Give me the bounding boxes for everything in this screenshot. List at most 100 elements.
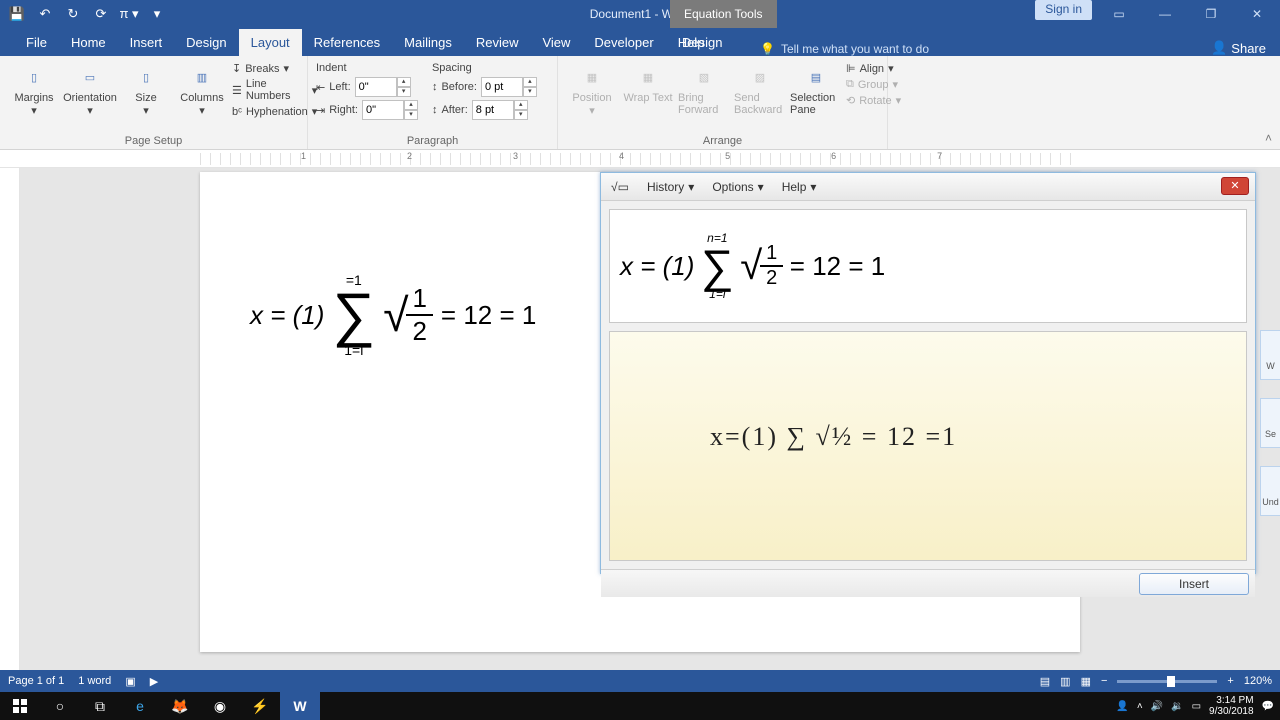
ink-history-menu[interactable]: History ▾ xyxy=(647,180,694,194)
ribbon-options-icon[interactable]: ▭ xyxy=(1096,0,1142,28)
app-icon[interactable]: ⚡ xyxy=(240,692,280,720)
tray-volume-icon[interactable]: 🔊 xyxy=(1151,701,1163,712)
size-button[interactable]: ▯Size▾ xyxy=(120,58,172,118)
tab-home[interactable]: Home xyxy=(59,29,118,56)
eq-lhs: x = (1) xyxy=(250,300,324,331)
redo-icon[interactable]: ↻ xyxy=(62,3,84,25)
margins-button[interactable]: ▯Margins▾ xyxy=(8,58,60,118)
send-label: Send Backward xyxy=(734,92,786,116)
tab-view[interactable]: View xyxy=(530,29,582,56)
ink-help-label: Help xyxy=(782,180,807,194)
horizontal-ruler[interactable]: 1234567 xyxy=(0,150,1280,168)
side-tab-undo[interactable]: Und xyxy=(1260,466,1280,516)
firefox-icon[interactable]: 🦊 xyxy=(160,692,200,720)
rotate-button: ⟲ Rotate ▾ xyxy=(846,94,901,107)
ink-options-menu[interactable]: Options ▾ xyxy=(712,180,763,194)
orientation-label: Orientation xyxy=(63,92,117,104)
undo-icon[interactable]: ↶ xyxy=(34,3,56,25)
tab-equation-design[interactable]: Design xyxy=(670,29,734,56)
tab-design[interactable]: Design xyxy=(174,29,238,56)
ribbon-tabs: File Home Insert Design Layout Reference… xyxy=(0,28,1280,56)
side-tab-select[interactable]: Se xyxy=(1260,398,1280,448)
margins-label: Margins xyxy=(14,92,53,104)
signin-button[interactable]: Sign in xyxy=(1035,0,1092,20)
vertical-ruler[interactable] xyxy=(0,168,20,684)
zoom-in-icon[interactable]: + xyxy=(1227,675,1233,687)
tell-me-search[interactable]: 💡 Tell me what you want to do xyxy=(760,42,929,56)
columns-label: Columns xyxy=(180,92,223,104)
ink-close-button[interactable]: ✕ xyxy=(1221,177,1249,195)
close-icon[interactable]: ✕ xyxy=(1234,0,1280,28)
tab-mailings[interactable]: Mailings xyxy=(392,29,464,56)
zoom-out-icon[interactable]: − xyxy=(1101,675,1107,687)
tray-people-icon[interactable]: 👤 xyxy=(1116,701,1128,712)
tray-battery-icon[interactable]: ▭ xyxy=(1192,701,1201,712)
minimize-icon[interactable]: ― xyxy=(1142,0,1188,28)
zoom-level[interactable]: 120% xyxy=(1244,675,1272,687)
task-view-icon[interactable]: ⧉ xyxy=(80,692,120,720)
indent-left-row: ⇤ Left: ▴▾ xyxy=(316,77,418,97)
line-numbers-button[interactable]: ☰ Line Numbers ▾ xyxy=(232,78,317,102)
spacing-before-label: Before: xyxy=(441,81,476,93)
orientation-button[interactable]: ▭Orientation▾ xyxy=(64,58,116,118)
group-btn-label: Group xyxy=(858,79,889,91)
columns-button[interactable]: ▥Columns▾ xyxy=(176,58,228,118)
tab-insert[interactable]: Insert xyxy=(118,29,175,56)
edge-icon[interactable]: e xyxy=(120,692,160,720)
handwriting: x=(1) ∑ √½ = 12 =1 xyxy=(710,422,957,452)
tray-network-icon[interactable]: 🔉 xyxy=(1171,701,1183,712)
ink-insert-button[interactable]: Insert xyxy=(1139,573,1249,595)
status-spell-icon[interactable]: ▣ xyxy=(125,675,135,688)
selection-pane-button[interactable]: ▤Selection Pane xyxy=(790,58,842,117)
ink-options-label: Options xyxy=(712,180,753,194)
tab-review[interactable]: Review xyxy=(464,29,531,56)
group-label-arrange: Arrange xyxy=(566,135,879,147)
indent-right-input[interactable]: ▴▾ xyxy=(362,100,418,120)
collapse-ribbon-icon[interactable]: ˄ xyxy=(1265,131,1272,145)
status-bar: Page 1 of 1 1 word ▣ ▶ ▤ ▥ ▦ − + 120% xyxy=(0,670,1280,692)
tab-references[interactable]: References xyxy=(302,29,392,56)
tray-clock[interactable]: 3:14 PM 9/30/2018 xyxy=(1209,695,1254,717)
start-button[interactable] xyxy=(0,692,40,720)
hyphenation-button[interactable]: bᶜ Hyphenation ▾ xyxy=(232,105,317,118)
status-words[interactable]: 1 word xyxy=(78,675,111,687)
chrome-icon[interactable]: ◉ xyxy=(200,692,240,720)
maximize-icon[interactable]: ❐ xyxy=(1188,0,1234,28)
bring-label: Bring Forward xyxy=(678,92,730,116)
eq-sum-lower: 1=i xyxy=(344,342,363,358)
save-icon[interactable]: 💾 xyxy=(6,3,28,25)
pi-icon[interactable]: π ▾ xyxy=(118,3,140,25)
tab-developer[interactable]: Developer xyxy=(582,29,665,56)
cortana-icon[interactable]: ○ xyxy=(40,692,80,720)
ink-app-icon: √▭ xyxy=(611,180,629,194)
tray-notifications-icon[interactable]: 💬 xyxy=(1262,701,1274,712)
side-tab-write[interactable]: W xyxy=(1260,330,1280,380)
status-page[interactable]: Page 1 of 1 xyxy=(8,675,64,687)
ink-canvas[interactable]: x=(1) ∑ √½ = 12 =1 xyxy=(609,331,1247,561)
group-arrange: ▦Position▾ ▦Wrap Text ▧Bring Forward ▨Se… xyxy=(558,56,888,149)
quick-access-toolbar: 💾 ↶ ↻ ⟳ π ▾ ▾ xyxy=(0,3,174,25)
ink-help-menu[interactable]: Help ▾ xyxy=(782,180,817,194)
word-taskbar-icon[interactable]: W xyxy=(280,692,320,720)
view-print-icon[interactable]: ▥ xyxy=(1060,675,1070,688)
tray-up-icon[interactable]: ˄ xyxy=(1137,701,1143,712)
breaks-button[interactable]: ↧ Breaks ▾ xyxy=(232,62,317,75)
tab-layout[interactable]: Layout xyxy=(239,29,302,56)
zoom-slider[interactable] xyxy=(1117,680,1217,683)
align-button[interactable]: ⊫ Align ▾ xyxy=(846,62,901,75)
ink-eq-lhs: x = (1) xyxy=(620,251,694,282)
eq-frac-num: 1 xyxy=(406,283,432,316)
status-macro-icon[interactable]: ▶ xyxy=(150,675,158,688)
view-web-icon[interactable]: ▦ xyxy=(1081,675,1091,688)
qat-more-icon[interactable]: ▾ xyxy=(146,3,168,25)
view-read-icon[interactable]: ▤ xyxy=(1040,675,1050,688)
selection-label: Selection Pane xyxy=(790,92,842,116)
spacing-after-input[interactable]: ▴▾ xyxy=(472,100,528,120)
indent-left-input[interactable]: ▴▾ xyxy=(355,77,411,97)
spacing-before-input[interactable]: ▴▾ xyxy=(481,77,537,97)
equation-in-document[interactable]: x = (1) =1 ∑ 1=i √ 1 2 = 12 = 1 xyxy=(250,272,536,358)
rotate-label: Rotate xyxy=(859,95,891,107)
refresh-icon[interactable]: ⟳ xyxy=(90,3,112,25)
tab-file[interactable]: File xyxy=(14,29,59,56)
share-button[interactable]: 👤 Share xyxy=(1211,40,1266,56)
